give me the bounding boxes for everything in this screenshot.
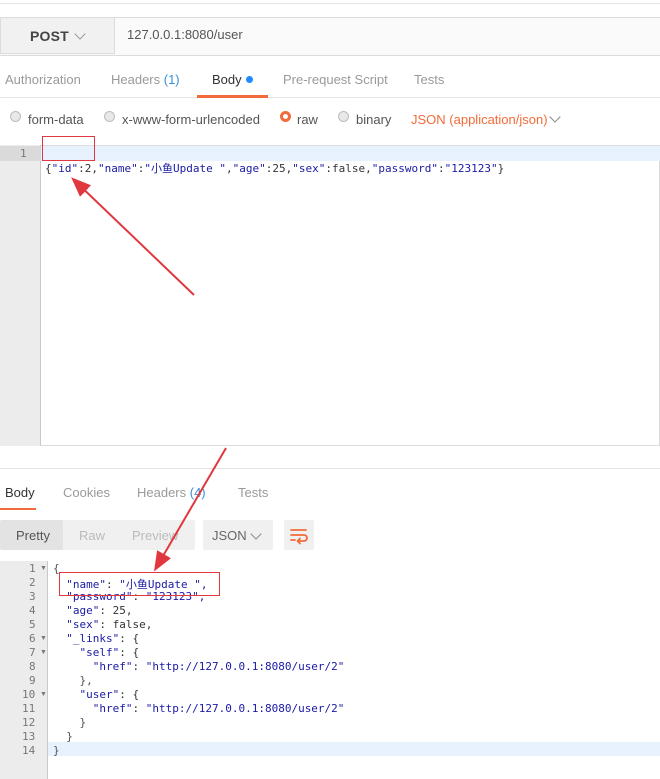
annotation-arrows [71, 177, 227, 572]
annotation-arrow-response [153, 447, 227, 572]
annotation-arrow-request [71, 177, 195, 296]
